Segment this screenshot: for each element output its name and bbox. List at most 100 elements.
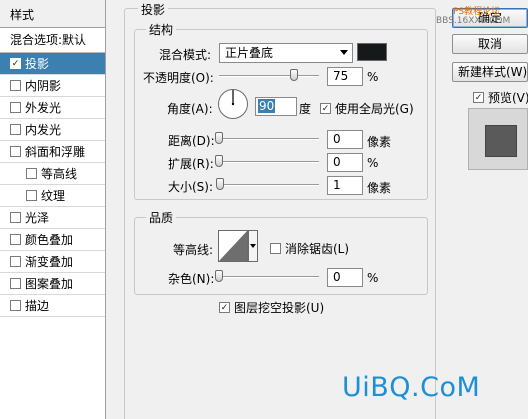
angle-value: 90 [258,99,276,113]
style-item[interactable]: 内发光 [0,119,105,141]
blend-options-item[interactable]: 混合选项:默认 [0,28,105,53]
opacity-label: 不透明度(O): [143,71,214,85]
styles-header: 样式 [0,0,105,28]
distance-slider-thumb[interactable] [215,132,223,144]
opacity-slider-thumb[interactable] [290,69,298,81]
opacity-input[interactable]: 75 [327,67,363,86]
style-item-label: 斜面和浮雕 [25,144,86,159]
angle-dial[interactable] [217,88,249,120]
preview-checkbox[interactable]: ✓ 预览(V) [473,89,528,106]
style-item[interactable]: 纹理 [0,185,105,207]
style-item-label: 等高线 [41,166,78,181]
preview-label: 预览(V) [488,91,528,105]
noise-label: 杂色(N): [168,272,215,286]
style-item[interactable]: 外发光 [0,97,105,119]
style-item[interactable]: 光泽 [0,207,105,229]
angle-dial-icon [218,89,248,119]
blend-mode-label: 混合模式: [159,48,212,62]
style-item[interactable]: 颜色叠加 [0,229,105,251]
spread-input[interactable]: 0 [327,153,363,172]
spread-slider[interactable] [215,155,319,167]
shadow-color-swatch[interactable] [357,43,387,61]
size-label: 大小(S): [168,180,214,194]
antialias-label: 消除锯齿(L) [285,242,350,256]
style-preview [468,108,528,170]
style-item-checkbox[interactable] [10,300,21,311]
chevron-down-icon [340,50,348,55]
knockout-check-icon: ✓ [219,302,230,313]
styles-panel: 样式 混合选项:默认 ✓ 投影内阴影外发光内发光斜面和浮雕等高线纹理光泽颜色叠加渐… [0,0,106,419]
size-unit: 像素 [367,181,392,195]
style-item-checkbox[interactable] [10,146,21,157]
angle-label: 角度(A): [167,102,213,116]
knockout-label: 图层挖空投影(U) [234,301,325,315]
style-item-label: 图案叠加 [25,276,74,291]
style-item-label: 纹理 [41,188,66,203]
antialias-check-icon [270,243,281,254]
contour-curve-icon [218,230,258,262]
noise-input[interactable]: 0 [327,268,363,287]
new-style-button[interactable]: 新建样式(W)... [452,62,528,82]
style-item-checkbox[interactable] [10,124,21,135]
distance-slider[interactable] [215,132,319,144]
watermark-top-url: BBS.16XX8.COM [436,16,511,26]
style-item[interactable]: 渐变叠加 [0,251,105,273]
style-item-label: 内阴影 [25,78,62,93]
global-light-checkbox[interactable]: ✓ 使用全局光(G) [320,100,414,117]
distance-unit: 像素 [367,135,392,149]
size-input[interactable]: 1 [327,176,363,195]
contour-picker[interactable] [218,230,258,262]
style-item-checkbox[interactable] [10,212,21,223]
noise-slider-thumb[interactable] [215,270,223,282]
style-item[interactable]: 内阴影 [0,75,105,97]
style-item[interactable]: 斜面和浮雕 [0,141,105,163]
style-item-checkbox[interactable] [10,102,21,113]
preview-check-icon: ✓ [473,92,484,103]
blend-mode-value: 正片叠底 [225,46,274,60]
distance-input[interactable]: 0 [327,130,363,149]
style-item-label: 内发光 [25,122,62,137]
knockout-checkbox[interactable]: ✓ 图层挖空投影(U) [219,299,324,316]
style-item-checkbox[interactable]: ✓ [10,58,21,69]
cancel-button-label: 取消 [477,37,502,51]
spread-slider-thumb[interactable] [215,155,223,167]
style-item-label: 颜色叠加 [25,232,74,247]
watermark-logo: UiBQ.CoM [342,372,481,403]
size-slider[interactable] [216,178,319,190]
style-item-label: 外发光 [25,100,62,115]
opacity-slider[interactable] [219,69,319,81]
noise-unit: % [367,271,379,285]
noise-slider[interactable] [215,270,319,282]
style-item[interactable]: 等高线 [0,163,105,185]
style-item-checkbox[interactable] [10,80,21,91]
angle-unit: 度 [299,102,312,116]
blend-mode-select[interactable]: 正片叠底 [219,43,353,63]
style-item-checkbox[interactable] [10,234,21,245]
preview-swatch [485,125,517,157]
spread-label: 扩展(R): [168,157,214,171]
style-item[interactable]: 图案叠加 [0,273,105,295]
style-item-checkbox[interactable] [26,168,37,179]
global-light-label: 使用全局光(G) [335,102,414,116]
spread-unit: % [367,156,379,170]
style-item-checkbox[interactable] [26,190,37,201]
style-item[interactable]: 描边 [0,295,105,317]
new-style-button-label: 新建样式(W)... [458,65,528,79]
global-light-check-icon: ✓ [320,103,331,114]
angle-input[interactable]: 90 [255,97,297,116]
drop-shadow-title: 投影 [138,1,169,18]
size-slider-thumb[interactable] [216,178,224,190]
style-item-checkbox[interactable] [10,278,21,289]
antialias-checkbox[interactable]: 消除锯齿(L) [270,240,349,257]
style-item-label: 渐变叠加 [25,254,74,269]
style-item-label: 投影 [25,56,50,71]
cancel-button[interactable]: 取消 [452,34,528,54]
opacity-unit: % [367,70,379,84]
style-item-label: 光泽 [25,210,50,225]
structure-title: 结构 [146,21,177,38]
distance-label: 距离(D): [168,134,215,148]
style-item-checkbox[interactable] [10,256,21,267]
style-item[interactable]: ✓ 投影 [0,53,105,75]
style-item-label: 描边 [25,298,50,313]
contour-label: 等高线: [173,243,214,257]
